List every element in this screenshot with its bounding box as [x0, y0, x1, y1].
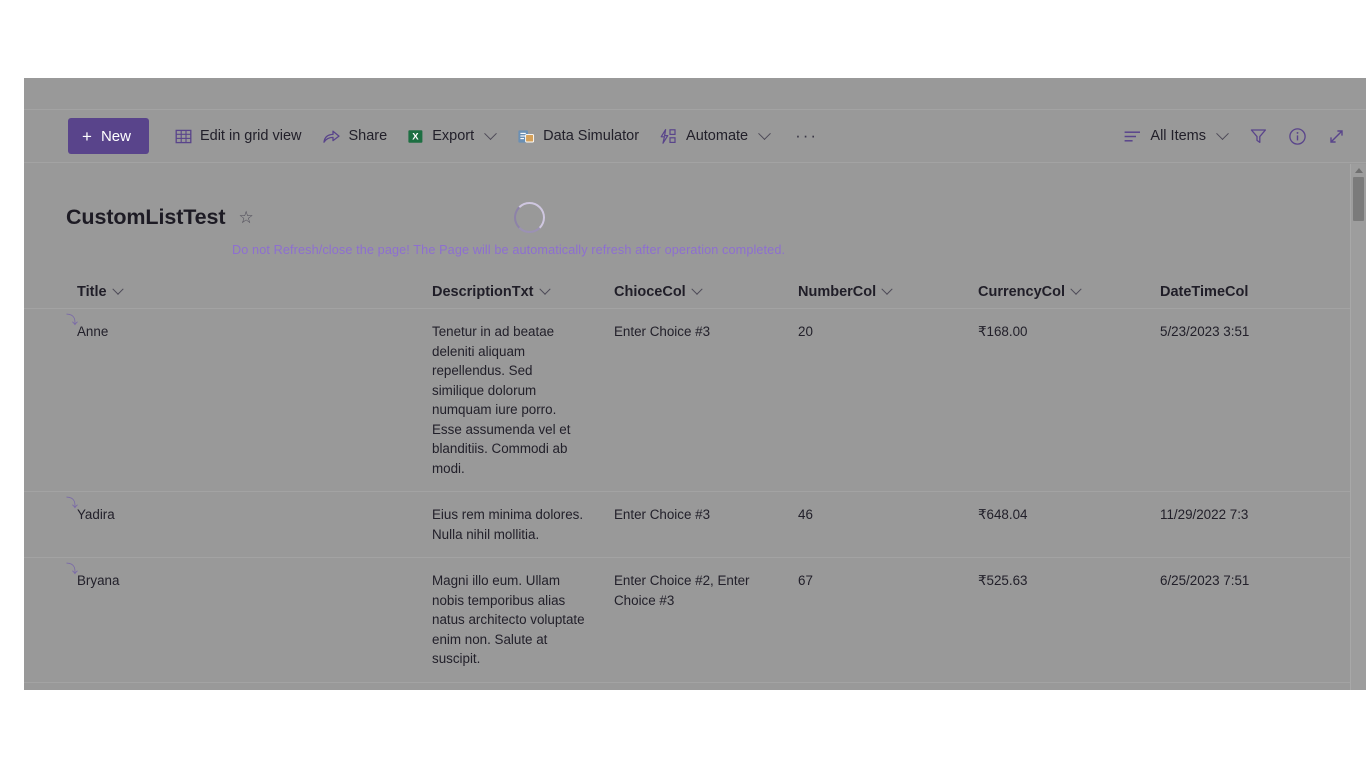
sharepoint-list-page: + New Edit in grid view Share X Export D…	[24, 78, 1366, 690]
cell-title-text: Yadira	[77, 507, 115, 522]
export-label: Export	[432, 127, 475, 144]
new-button-label: New	[100, 127, 131, 145]
cell-choice: Enter Choice #3	[614, 324, 711, 339]
expand-button[interactable]	[1317, 118, 1356, 154]
favorite-star-icon[interactable]: ☆	[238, 209, 253, 226]
plus-icon: +	[82, 126, 92, 146]
cell-currency: ₹648.04	[978, 507, 1028, 522]
scrollbar-thumb[interactable]	[1353, 177, 1364, 221]
new-item-indicator-icon: ⤵	[66, 496, 79, 510]
expand-icon	[1327, 127, 1346, 146]
command-bar: + New Edit in grid view Share X Export D…	[24, 109, 1366, 163]
share-icon	[322, 128, 341, 145]
cell-number: 67	[798, 573, 813, 588]
chevron-down-icon	[484, 126, 497, 140]
cell-currency: ₹525.63	[978, 573, 1028, 588]
cell-number: 46	[798, 507, 813, 522]
cell-title-text: Anne	[77, 324, 109, 339]
export-button[interactable]: X Export	[397, 118, 507, 154]
cell-description: Magni illo eum. Ullam nobis temporibus a…	[432, 573, 585, 666]
edit-in-grid-view-button[interactable]: Edit in grid view	[165, 118, 312, 154]
info-icon	[1288, 127, 1307, 146]
cell-currency: ₹168.00	[978, 324, 1028, 339]
chevron-down-icon	[111, 283, 124, 295]
column-header-label: NumberCol	[798, 283, 877, 300]
automate-flow-icon	[659, 128, 678, 145]
table-row[interactable]: ⤵ Bryana Magni illo eum. Ullam nobis tem…	[24, 558, 1366, 683]
list-header: CustomListTest ☆ Do not Refresh/close th…	[24, 198, 1366, 257]
grid-icon	[175, 128, 192, 145]
page-title: CustomListTest	[66, 204, 226, 229]
new-item-indicator-icon: ⤵	[66, 562, 79, 576]
grid-header-row: Title DescriptionTxt ChioceCol NumberCol…	[24, 275, 1366, 309]
command-bar-left-group: + New Edit in grid view Share X Export D…	[68, 118, 832, 154]
cell-datetime: 5/23/2023 3:51	[1160, 324, 1250, 339]
cell-title[interactable]: ⤵ Anne	[66, 314, 432, 342]
more-commands-button[interactable]: ···	[781, 126, 832, 146]
column-header-chiocecol[interactable]: ChioceCol	[614, 283, 798, 300]
column-header-label: DescriptionTxt	[432, 283, 534, 300]
chevron-down-icon	[758, 126, 771, 140]
chevron-down-icon	[881, 283, 893, 295]
table-row[interactable]: ⤵ Anne Tenetur in ad beatae deleniti ali…	[24, 309, 1366, 492]
command-bar-right-group: All Items	[1113, 118, 1356, 154]
column-header-label: CurrencyCol	[978, 283, 1066, 300]
chevron-down-icon	[691, 283, 703, 295]
column-header-currencycol[interactable]: CurrencyCol	[978, 283, 1160, 300]
details-info-button[interactable]	[1278, 118, 1317, 154]
filter-button[interactable]	[1239, 118, 1278, 154]
chevron-down-icon	[538, 283, 551, 295]
column-header-label: DateTimeCol	[1160, 283, 1249, 300]
scroll-up-arrow-icon[interactable]	[1354, 168, 1363, 173]
automate-label: Automate	[686, 127, 749, 144]
cell-description: Eius rem minima dolores. Nulla nihil mol…	[432, 507, 584, 542]
column-header-numbercol[interactable]: NumberCol	[798, 283, 978, 300]
chevron-down-icon	[1070, 283, 1082, 295]
edit-in-grid-view-label: Edit in grid view	[199, 127, 302, 144]
loading-spinner	[513, 201, 545, 233]
new-item-indicator-icon: ⤵	[66, 313, 79, 327]
cell-description: Tenetur in ad beatae deleniti aliquam re…	[432, 324, 571, 476]
column-header-datetimecol[interactable]: DateTimeCol	[1160, 284, 1350, 300]
share-button[interactable]: Share	[312, 118, 398, 154]
view-selector-label: All Items	[1150, 127, 1206, 144]
filter-icon	[1249, 127, 1268, 145]
excel-icon: X	[407, 128, 424, 145]
cell-title[interactable]: ⤵ Yadira	[66, 497, 432, 525]
table-row[interactable]: ⤵ Yadira Eius rem minima dolores. Nulla …	[24, 492, 1366, 558]
share-label: Share	[348, 127, 388, 144]
chevron-down-icon	[1216, 126, 1229, 140]
cell-choice: Enter Choice #3	[614, 507, 711, 522]
list-grid: Title DescriptionTxt ChioceCol NumberCol…	[24, 275, 1366, 690]
column-header-label: Title	[77, 283, 107, 300]
column-header-title[interactable]: Title	[66, 283, 432, 300]
new-button[interactable]: + New	[68, 118, 149, 154]
column-header-descriptiontxt[interactable]: DescriptionTxt	[432, 283, 614, 300]
data-simulator-button[interactable]: Data Simulator	[507, 118, 649, 154]
cell-datetime: 6/25/2023 7:51	[1160, 573, 1250, 588]
title-row: CustomListTest ☆	[24, 198, 1366, 236]
cell-title[interactable]: ⤵ Bryana	[66, 563, 432, 591]
list-view-icon	[1123, 129, 1142, 144]
operation-warning-message: Do not Refresh/close the page! The Page …	[232, 243, 786, 257]
data-simulator-icon	[517, 128, 535, 145]
cell-choice: Enter Choice #2, Enter Choice #3	[614, 573, 750, 608]
svg-text:X: X	[412, 131, 419, 142]
automate-button[interactable]: Automate	[649, 118, 781, 154]
cell-title-text: Bryana	[77, 573, 120, 588]
vertical-scrollbar[interactable]	[1350, 164, 1366, 690]
view-selector-button[interactable]: All Items	[1113, 118, 1239, 154]
column-header-label: ChioceCol	[614, 283, 686, 300]
data-simulator-label: Data Simulator	[543, 127, 640, 144]
cell-datetime: 11/29/2022 7:3	[1160, 507, 1249, 522]
cell-number: 20	[798, 324, 813, 339]
